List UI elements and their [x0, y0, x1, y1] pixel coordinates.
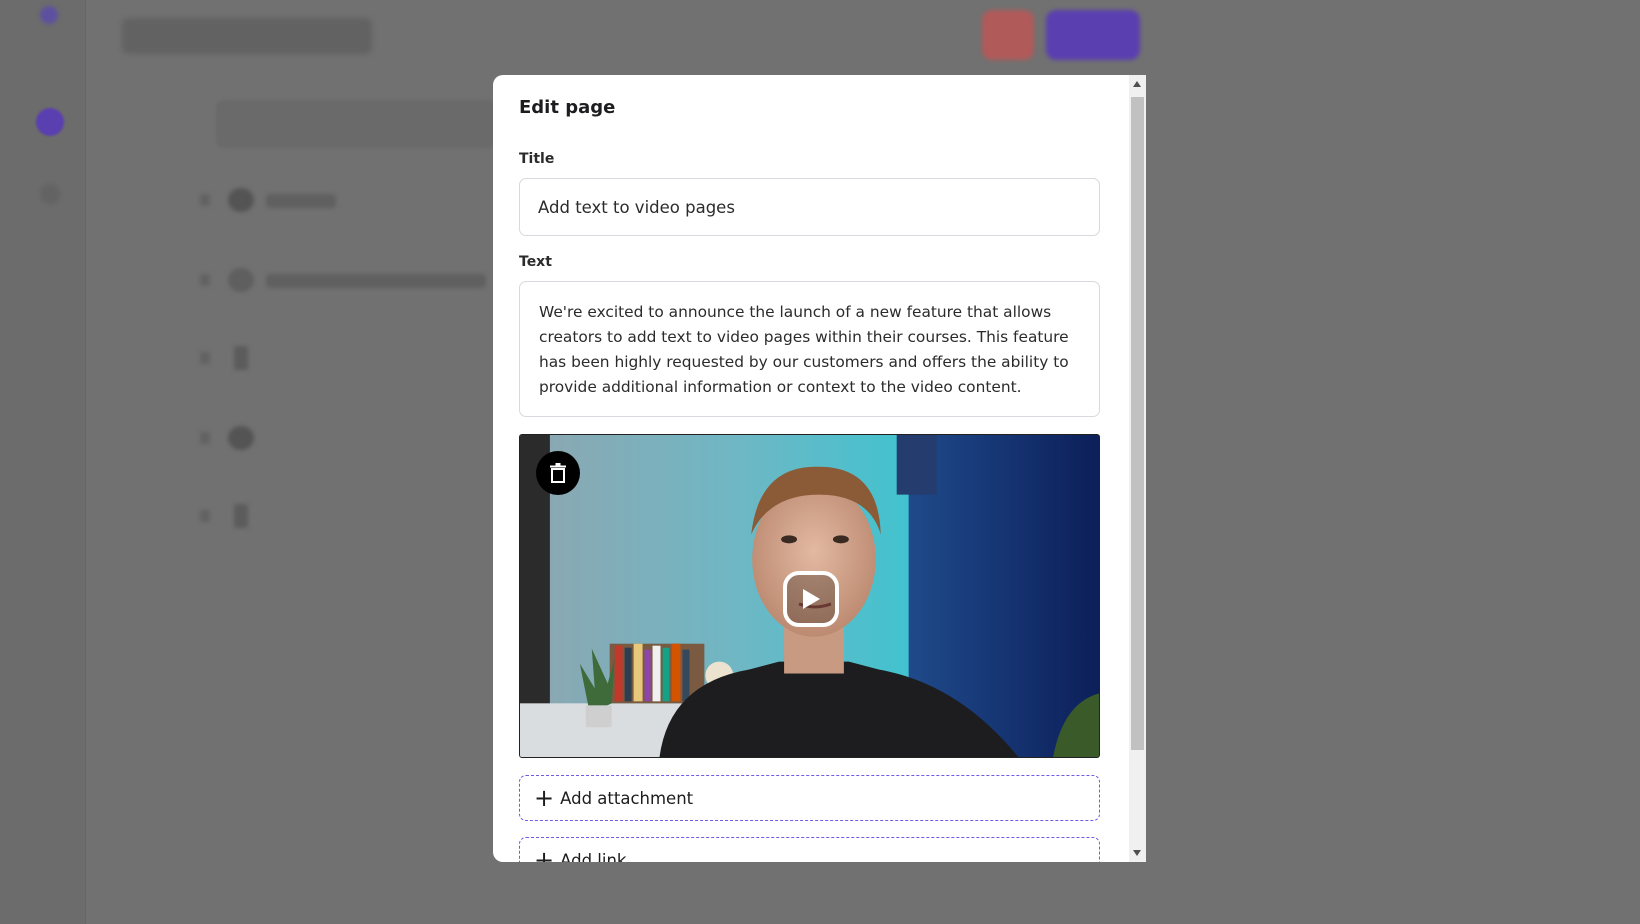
background-nav-icon — [40, 184, 60, 204]
scrollbar-thumb[interactable] — [1131, 97, 1144, 750]
title-label: Title — [519, 151, 555, 167]
play-icon — [803, 589, 820, 609]
background-list-item — [200, 504, 280, 528]
background-list-item — [200, 346, 280, 370]
background-logo-icon — [40, 6, 58, 24]
background-list-item — [200, 268, 500, 292]
trash-icon — [550, 463, 566, 483]
add-link-button[interactable]: + Add link — [519, 837, 1100, 862]
add-attachment-label: Add attachment — [560, 788, 694, 808]
background-list-item — [200, 426, 280, 450]
modal-title: Edit page — [519, 97, 616, 118]
background-nav-icon — [36, 108, 64, 136]
background-input — [216, 100, 496, 148]
edit-page-modal: Edit page Title Text We're excited to an… — [493, 75, 1146, 862]
text-textarea[interactable]: We're excited to announce the launch of … — [519, 281, 1100, 417]
modal-scrollbar[interactable] — [1129, 75, 1146, 862]
background-sidebar — [0, 0, 86, 924]
scroll-down-arrow-icon[interactable] — [1133, 850, 1141, 856]
modal-content: Edit page Title Text We're excited to an… — [493, 75, 1129, 862]
scroll-up-arrow-icon[interactable] — [1133, 81, 1141, 87]
add-link-label: Add link — [560, 850, 627, 863]
background-list-item — [200, 188, 360, 212]
background-page-title — [122, 18, 372, 54]
play-video-button[interactable] — [783, 571, 839, 627]
add-attachment-button[interactable]: + Add attachment — [519, 775, 1100, 821]
background-delete-button — [982, 10, 1034, 60]
title-input[interactable] — [519, 178, 1100, 236]
delete-video-button[interactable] — [536, 451, 580, 495]
video-preview[interactable] — [519, 434, 1100, 758]
background-save-button — [1046, 10, 1140, 60]
plus-icon: + — [534, 846, 555, 862]
text-label: Text — [519, 254, 552, 270]
plus-icon: + — [534, 784, 555, 812]
